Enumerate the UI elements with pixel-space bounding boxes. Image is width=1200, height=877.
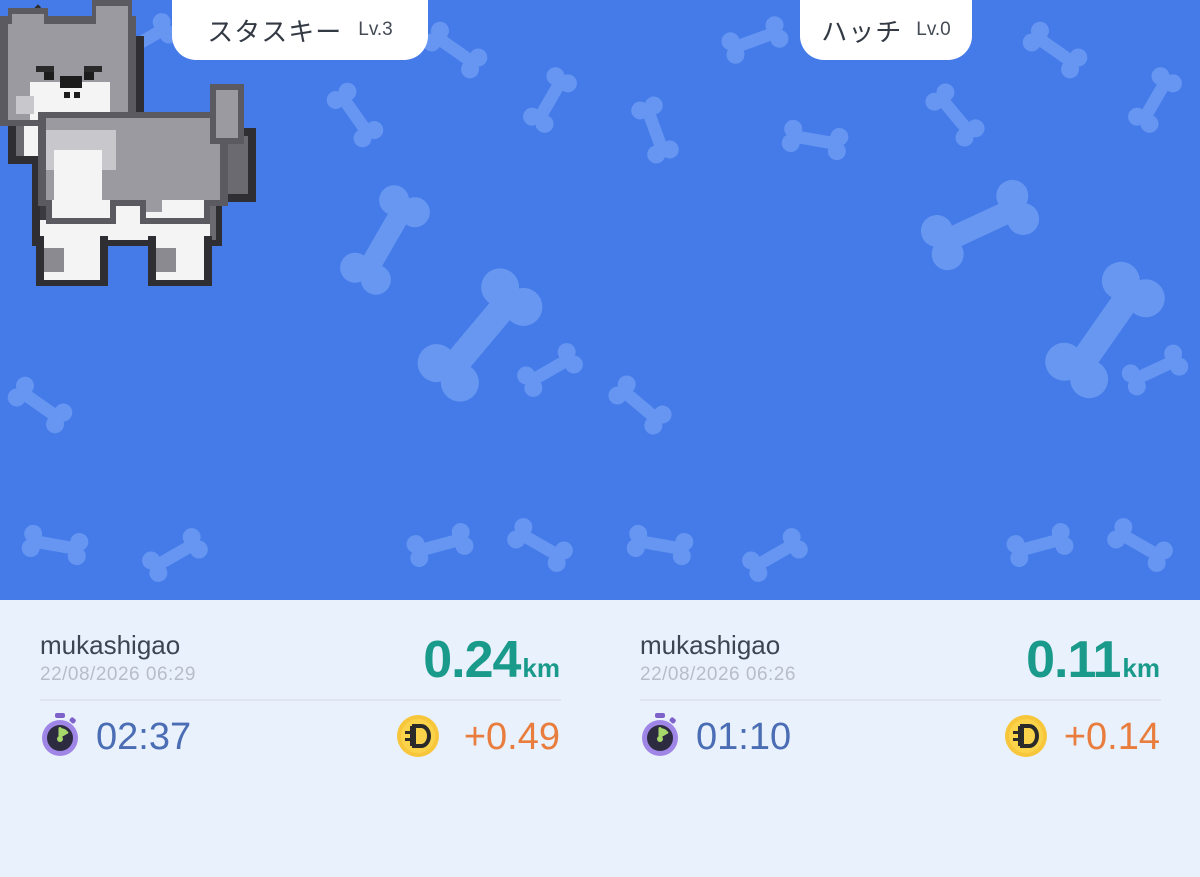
stopwatch-icon	[42, 713, 78, 756]
username: mukashigao	[640, 630, 781, 660]
pet-name: ハッチ	[821, 16, 903, 47]
walk-history: スタスキー Lv.3 mukashigao 22/08/2026 06:29 0…	[0, 0, 1200, 877]
walk-datetime: 22/08/2026 06:29	[40, 664, 196, 685]
pet-stage: ハッチ Lv.0	[600, 0, 1200, 600]
walk-distance: 0.24 km	[423, 630, 560, 690]
pet-level: Lv.0	[916, 19, 951, 40]
walk-duration: 01:10	[696, 716, 792, 758]
walk-duration: 02:37	[96, 716, 192, 758]
walk-earnings: +0.14	[1063, 716, 1160, 758]
username: mukashigao	[40, 630, 181, 660]
pet-name-tab: ハッチ Lv.0	[800, 0, 972, 60]
walk-earnings: +0.49	[463, 716, 560, 758]
distance-value: 0.24	[423, 631, 521, 689]
walk-info: mukashigao 22/08/2026 06:26 0.11 km 01:1…	[600, 600, 1200, 877]
pet-level: Lv.3	[358, 19, 393, 40]
stopwatch-icon	[642, 713, 678, 756]
walk-card[interactable]: ハッチ Lv.0 mukashigao 22/08/2026 06:26 0.1…	[600, 0, 1200, 877]
coin-icon	[1005, 715, 1047, 757]
walk-datetime: 22/08/2026 06:26	[640, 664, 796, 685]
bone-pattern	[604, 13, 1192, 586]
walk-distance: 0.11 km	[1026, 630, 1160, 690]
distance-unit: km	[1122, 653, 1160, 683]
divider	[40, 699, 561, 701]
schnauzer-dog-icon	[0, 0, 244, 224]
divider	[640, 699, 1161, 701]
distance-value: 0.11	[1026, 631, 1121, 689]
walk-info: mukashigao 22/08/2026 06:29 0.24 km 02:3…	[0, 600, 600, 877]
distance-unit: km	[522, 653, 560, 683]
coin-icon	[397, 715, 439, 757]
